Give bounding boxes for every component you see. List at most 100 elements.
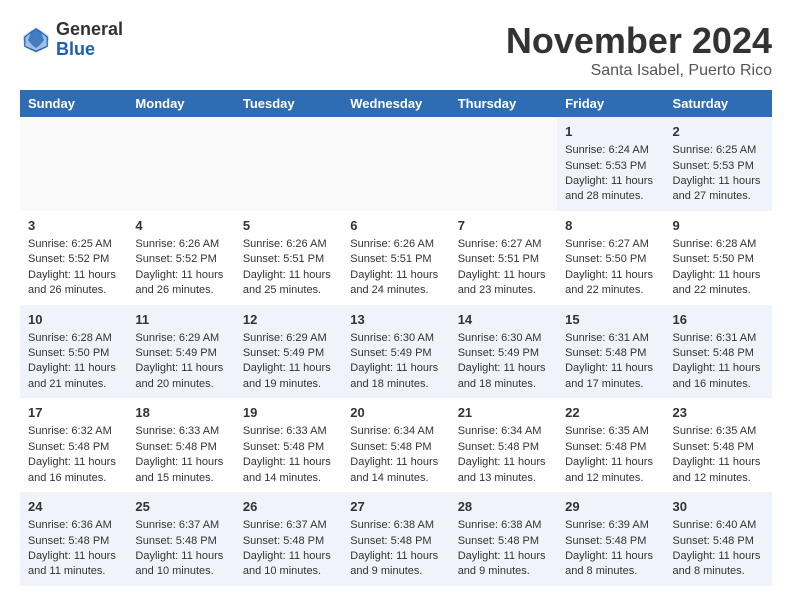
day-number: 10 [28,311,119,329]
cell-info: Sunrise: 6:37 AM [243,518,334,533]
cell-info: Sunset: 5:48 PM [673,534,764,549]
day-number: 13 [350,311,441,329]
cell-info: Sunrise: 6:28 AM [28,331,119,346]
calendar-cell: 24Sunrise: 6:36 AMSunset: 5:48 PMDayligh… [20,492,127,586]
day-number: 22 [565,404,656,422]
calendar-cell: 21Sunrise: 6:34 AMSunset: 5:48 PMDayligh… [450,398,557,492]
week-row-1: 1Sunrise: 6:24 AMSunset: 5:53 PMDaylight… [20,117,772,211]
cell-info: Daylight: 11 hours and 17 minutes. [565,361,656,392]
cell-info: Daylight: 11 hours and 27 minutes. [673,174,764,205]
cell-info: Sunset: 5:48 PM [458,440,549,455]
calendar-cell: 18Sunrise: 6:33 AMSunset: 5:48 PMDayligh… [127,398,234,492]
day-number: 9 [673,217,764,235]
calendar-cell: 12Sunrise: 6:29 AMSunset: 5:49 PMDayligh… [235,305,342,399]
header-day-monday: Monday [127,90,234,117]
title-area: November 2024 Santa Isabel, Puerto Rico [506,20,772,80]
cell-info: Daylight: 11 hours and 14 minutes. [243,455,334,486]
header-day-tuesday: Tuesday [235,90,342,117]
cell-info: Sunset: 5:52 PM [135,252,226,267]
cell-info: Sunrise: 6:40 AM [673,518,764,533]
day-number: 19 [243,404,334,422]
cell-info: Sunrise: 6:33 AM [135,424,226,439]
cell-info: Daylight: 11 hours and 28 minutes. [565,174,656,205]
cell-info: Sunrise: 6:26 AM [135,237,226,252]
cell-info: Daylight: 11 hours and 10 minutes. [135,549,226,580]
cell-info: Sunrise: 6:26 AM [243,237,334,252]
calendar-cell: 3Sunrise: 6:25 AMSunset: 5:52 PMDaylight… [20,211,127,305]
cell-info: Daylight: 11 hours and 16 minutes. [28,455,119,486]
cell-info: Sunset: 5:48 PM [673,346,764,361]
calendar-cell: 13Sunrise: 6:30 AMSunset: 5:49 PMDayligh… [342,305,449,399]
cell-info: Sunset: 5:48 PM [673,440,764,455]
calendar-cell: 30Sunrise: 6:40 AMSunset: 5:48 PMDayligh… [665,492,772,586]
calendar-cell: 23 Sunrise: 6:35 AMSunset: 5:48 PMDayligh… [665,398,772,492]
calendar-cell: 4 Sunrise: 6:26 AMSunset: 5:52 PMDaylight… [127,211,234,305]
cell-info: Sunset: 5:51 PM [458,252,549,267]
cell-info: Sunset: 5:53 PM [673,159,764,174]
cell-info: Daylight: 11 hours and 18 minutes. [350,361,441,392]
cell-info: Sunrise: 6:27 AM [565,237,656,252]
cell-info: Daylight: 11 hours and 24 minutes. [350,268,441,299]
cell-info: Sunrise: 6:24 AM [565,143,656,158]
cell-info: Daylight: 11 hours and 26 minutes. [135,268,226,299]
cell-info: Sunrise: 6:32 AM [28,424,119,439]
location: Santa Isabel, Puerto Rico [506,62,772,80]
day-number: 28 [458,498,549,516]
day-number: 24 [28,498,119,516]
cell-info: Sunset: 5:50 PM [565,252,656,267]
calendar-cell: 26Sunrise: 6:37 AMSunset: 5:48 PMDayligh… [235,492,342,586]
cell-info: Sunset: 5:51 PM [243,252,334,267]
cell-info: Daylight: 11 hours and 25 minutes. [243,268,334,299]
cell-info: Daylight: 11 hours and 12 minutes. [673,455,764,486]
cell-info: Daylight: 11 hours and 16 minutes. [673,361,764,392]
cell-info: Sunrise: 6:30 AM [350,331,441,346]
cell-info: Sunrise: 6:35 AM [565,424,656,439]
cell-info: Sunrise: 6:33 AM [243,424,334,439]
day-number: 16 [673,311,764,329]
cell-info: Daylight: 11 hours and 14 minutes. [350,455,441,486]
calendar-cell: 14Sunrise: 6:30 AMSunset: 5:49 PMDayligh… [450,305,557,399]
cell-info: Sunset: 5:48 PM [243,534,334,549]
cell-info: Sunset: 5:48 PM [565,346,656,361]
cell-info: Daylight: 11 hours and 18 minutes. [458,361,549,392]
cell-info: Sunset: 5:48 PM [135,440,226,455]
day-number: 4 [135,217,226,235]
day-number: 12 [243,311,334,329]
cell-info: Daylight: 11 hours and 13 minutes. [458,455,549,486]
day-number: 23 [673,404,764,422]
calendar-cell: 28Sunrise: 6:38 AMSunset: 5:48 PMDayligh… [450,492,557,586]
cell-info: Sunset: 5:48 PM [350,440,441,455]
cell-info: Sunrise: 6:38 AM [458,518,549,533]
cell-info: Sunrise: 6:35 AM [673,424,764,439]
calendar-cell [127,117,234,211]
cell-info: Sunrise: 6:25 AM [28,237,119,252]
logo-blue: Blue [56,40,123,60]
week-row-3: 10Sunrise: 6:28 AMSunset: 5:50 PMDayligh… [20,305,772,399]
calendar-cell: 2Sunrise: 6:25 AMSunset: 5:53 PMDaylight… [665,117,772,211]
day-number: 26 [243,498,334,516]
cell-info: Sunset: 5:49 PM [458,346,549,361]
cell-info: Sunrise: 6:27 AM [458,237,549,252]
calendar-cell: 9Sunrise: 6:28 AMSunset: 5:50 PMDaylight… [665,211,772,305]
cell-info: Daylight: 11 hours and 26 minutes. [28,268,119,299]
cell-info: Daylight: 11 hours and 8 minutes. [565,549,656,580]
cell-info: Sunset: 5:48 PM [565,440,656,455]
logo: General Blue [20,20,123,60]
cell-info: Sunrise: 6:34 AM [458,424,549,439]
calendar-cell: 10Sunrise: 6:28 AMSunset: 5:50 PMDayligh… [20,305,127,399]
cell-info: Sunset: 5:48 PM [135,534,226,549]
week-row-2: 3Sunrise: 6:25 AMSunset: 5:52 PMDaylight… [20,211,772,305]
calendar-header-row: SundayMondayTuesdayWednesdayThursdayFrid… [20,90,772,117]
header-day-sunday: Sunday [20,90,127,117]
day-number: 20 [350,404,441,422]
calendar-cell [450,117,557,211]
cell-info: Sunrise: 6:39 AM [565,518,656,533]
header-day-saturday: Saturday [665,90,772,117]
day-number: 17 [28,404,119,422]
cell-info: Sunset: 5:53 PM [565,159,656,174]
header-day-wednesday: Wednesday [342,90,449,117]
day-number: 6 [350,217,441,235]
calendar-cell: 7Sunrise: 6:27 AMSunset: 5:51 PMDaylight… [450,211,557,305]
calendar-cell: 11Sunrise: 6:29 AMSunset: 5:49 PMDayligh… [127,305,234,399]
day-number: 29 [565,498,656,516]
